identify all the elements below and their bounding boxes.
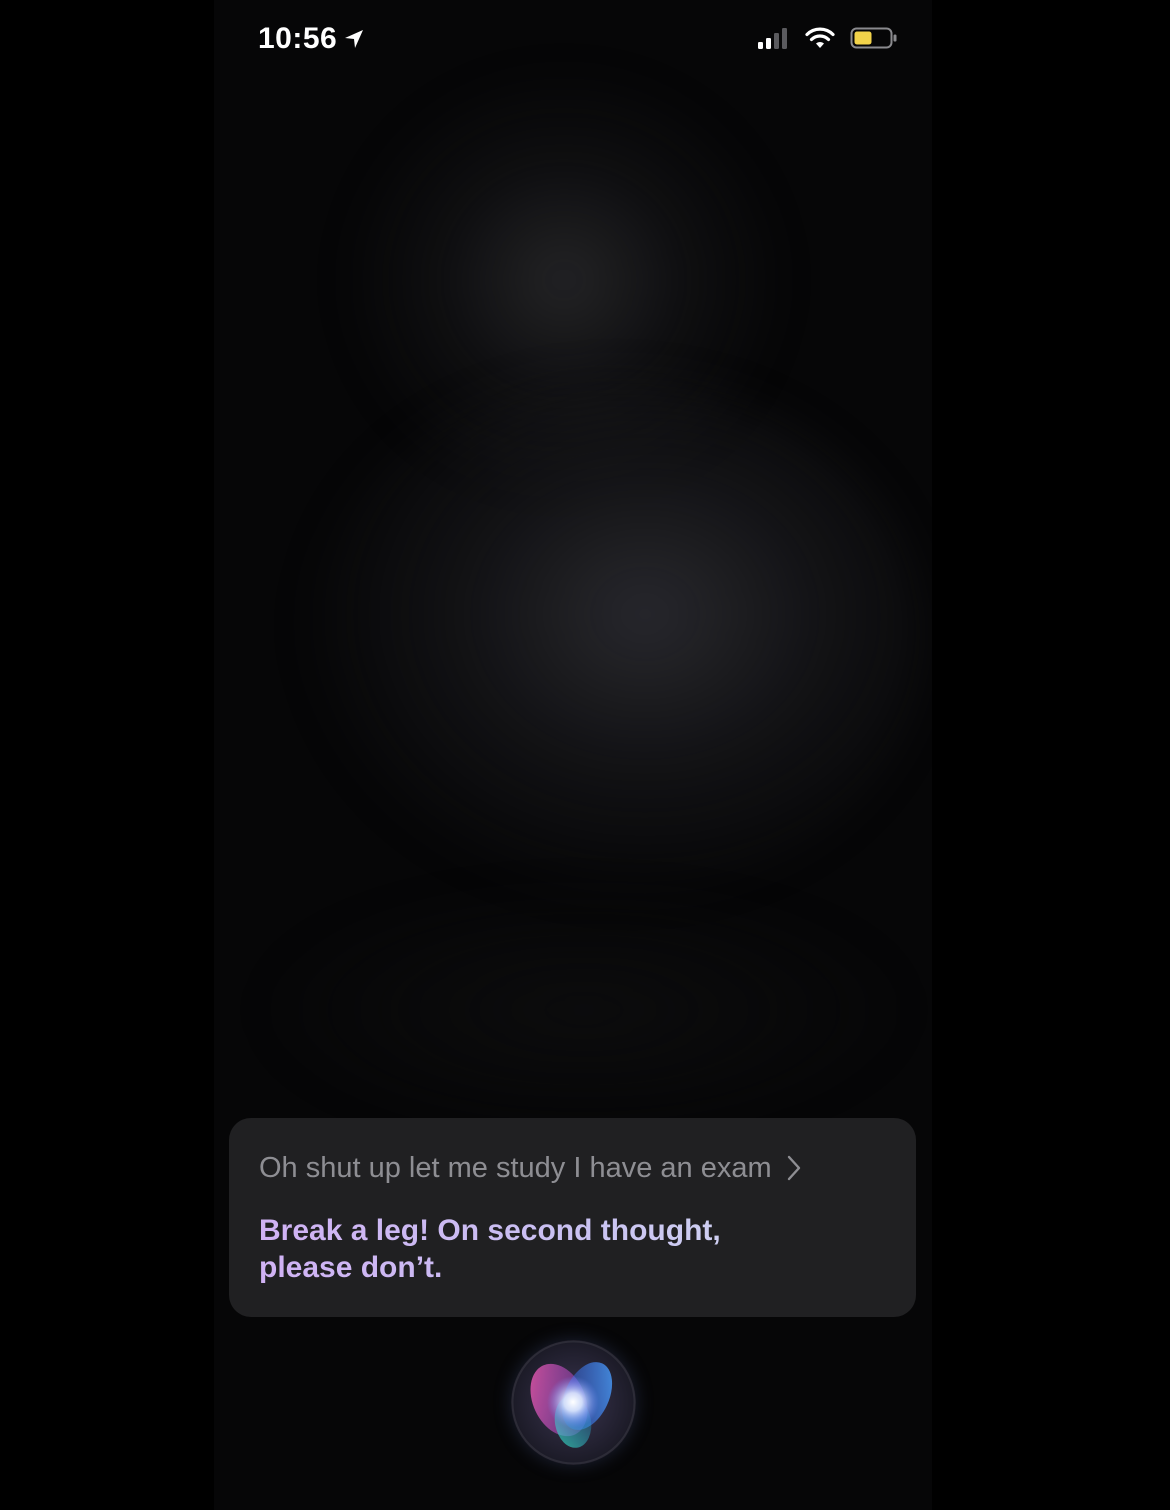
siri-response-line-1: Break a leg! On second thought, <box>259 1214 721 1247</box>
siri-response-line-2: please don’t. <box>259 1251 443 1284</box>
status-time-group: 10:56 <box>258 22 365 56</box>
status-icons <box>756 26 898 50</box>
background-blur-bottom <box>254 880 914 1140</box>
siri-response-card: Oh shut up let me study I have an exam B… <box>229 1118 916 1317</box>
status-bar: 10:56 <box>214 0 932 80</box>
cellular-signal-icon <box>758 28 787 49</box>
wifi-icon <box>805 27 835 48</box>
siri-orb-icon <box>511 1340 636 1465</box>
background-blur-middle <box>304 380 924 900</box>
siri-orb-button[interactable] <box>511 1340 636 1465</box>
siri-screen: 10:56 Oh shut up let me study I have an … <box>0 0 1170 1510</box>
chevron-right-icon[interactable] <box>786 1154 802 1182</box>
siri-query-row[interactable]: Oh shut up let me study I have an exam <box>259 1148 886 1188</box>
location-arrow-icon <box>345 30 364 48</box>
siri-query-text[interactable]: Oh shut up let me study I have an exam <box>259 1152 772 1185</box>
battery-icon <box>850 27 897 49</box>
siri-response-text: Break a leg! On second thought, please d… <box>259 1212 759 1286</box>
status-time: 10:56 <box>258 22 338 55</box>
